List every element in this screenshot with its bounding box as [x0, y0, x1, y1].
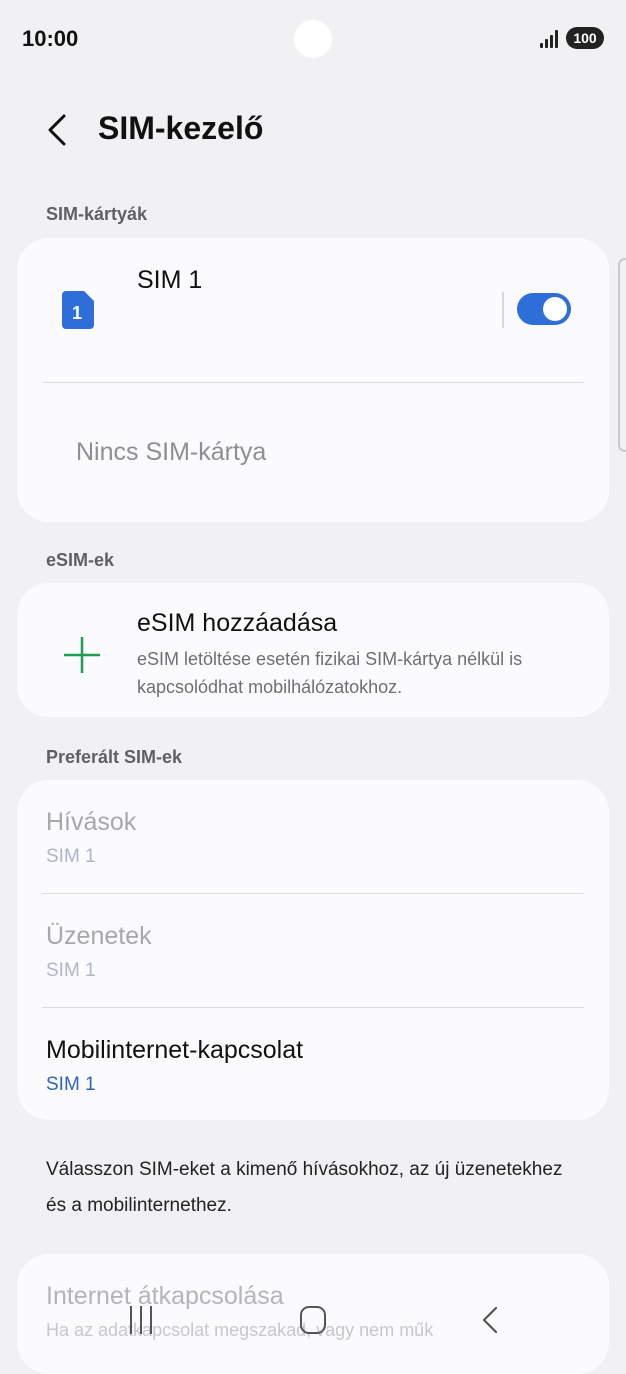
messages-value: SIM 1 [46, 960, 96, 981]
add-esim-title: eSIM hozzáadása [137, 609, 338, 637]
preferred-calls-row[interactable]: Hívások SIM 1 [17, 780, 609, 892]
sim1-toggle[interactable] [517, 293, 571, 325]
camera-cutout [294, 20, 332, 58]
section-label-preferred: Preferált SIM-ek [46, 747, 183, 767]
signal-icon [540, 30, 564, 48]
sim-card-icon: 1 [62, 291, 94, 329]
toggle-divider [502, 292, 504, 328]
page-title: SIM-kezelő [98, 110, 264, 146]
battery-icon: 100 [566, 27, 604, 49]
divider [42, 382, 584, 383]
preferred-sims-card: Hívások SIM 1 Üzenetek SIM 1 Mobilintern… [17, 780, 609, 1120]
navigation-bar [0, 1290, 626, 1358]
calls-value: SIM 1 [46, 846, 96, 867]
app-header: SIM-kezelő [0, 100, 626, 160]
add-esim-card[interactable]: eSIM hozzáadása eSIM letöltése esetén fi… [17, 583, 609, 717]
recents-button[interactable] [128, 1306, 154, 1334]
sim1-name: SIM 1 [137, 266, 203, 294]
add-esim-description: eSIM letöltése esetén fizikai SIM-kártya… [137, 649, 523, 697]
messages-label: Üzenetek [46, 922, 152, 950]
mobile-data-value: SIM 1 [46, 1074, 96, 1095]
sim-slot-number: 1 [72, 303, 82, 323]
chevron-left-icon [48, 114, 66, 146]
preferred-sims-footnote: Válasszon SIM-eket a kimenő hívásokhoz, … [46, 1159, 563, 1216]
home-button[interactable] [300, 1306, 326, 1334]
plus-icon [64, 637, 100, 673]
nav-back-icon[interactable] [478, 1304, 502, 1336]
scrollbar-handle[interactable] [618, 258, 626, 452]
status-time: 10:00 [22, 26, 79, 51]
section-label-sim-cards: SIM-kártyák [46, 204, 148, 224]
toggle-knob [543, 297, 567, 321]
empty-sim-slot: Nincs SIM-kártya [76, 438, 267, 466]
status-bar: 10:00 100 [0, 0, 626, 80]
section-label-esims: eSIM-ek [46, 550, 115, 570]
calls-label: Hívások [46, 808, 137, 836]
preferred-messages-row[interactable]: Üzenetek SIM 1 [17, 894, 609, 1006]
sim-cards-card: 1 SIM 1 Nincs SIM-kártya [17, 238, 609, 522]
back-button[interactable] [40, 108, 80, 152]
preferred-mobile-data-row[interactable]: Mobilinternet-kapcsolat SIM 1 [17, 1008, 609, 1120]
mobile-data-label: Mobilinternet-kapcsolat [46, 1036, 304, 1064]
